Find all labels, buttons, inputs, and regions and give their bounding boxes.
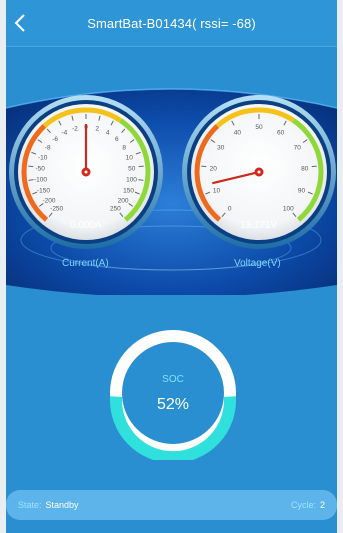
voltage-tick-label-0: 0 — [228, 205, 232, 212]
current-tick-label-4: -50 — [36, 165, 46, 172]
current-tick-label-20: 250 — [110, 205, 121, 212]
current-label: Current(A) — [62, 258, 109, 269]
current-tick-label-9: -2 — [72, 125, 78, 132]
voltage-tick-label-5: 50 — [255, 124, 263, 131]
state-key: State: — [18, 500, 42, 510]
cycle-key: Cycle: — [290, 500, 316, 510]
state-field: State: Standby — [18, 500, 79, 510]
current-tick-4 — [28, 165, 34, 168]
voltage-label: Voltage(V) — [234, 258, 281, 269]
current-tick-16 — [138, 165, 144, 168]
current-tick-label-17: 100 — [126, 177, 137, 184]
cycle-field: Cycle: 2 — [291, 500, 325, 510]
current-tick-label-15: 10 — [126, 154, 134, 161]
current-tick-label-5: -10 — [38, 154, 48, 161]
current-tick-label-16: 50 — [128, 165, 136, 172]
status-bar: State: Standby Cycle: 2 — [6, 490, 337, 520]
voltage-hub-dot — [257, 170, 261, 174]
back-button[interactable] — [8, 10, 32, 36]
current-tick-17 — [138, 179, 144, 181]
voltage-tick-label-1: 10 — [213, 187, 221, 194]
current-tick-label-1: -200 — [42, 197, 55, 204]
current-tick-label-14: 8 — [122, 144, 126, 151]
soc-ring: SOC 52% — [106, 326, 240, 464]
title-bar: SmartBat-B01434( rssi= -68) — [6, 0, 337, 47]
chevron-left-icon — [14, 14, 25, 32]
voltage-tick-label-2: 20 — [210, 165, 218, 172]
soc-ring-graphic — [110, 330, 236, 464]
current-tick-label-0: -250 — [50, 205, 63, 212]
current-tick-label-3: -100 — [34, 177, 47, 184]
voltage-tick-label-8: 80 — [301, 165, 309, 172]
current-hub-dot — [84, 170, 88, 174]
cycle-value: 2 — [319, 500, 325, 510]
voltage-tick-label-4: 40 — [234, 129, 242, 136]
state-value: Standby — [45, 500, 79, 510]
current-tick-label-7: -6 — [52, 136, 58, 143]
page-title: SmartBat-B01434( rssi= -68) — [87, 15, 256, 31]
voltage-tick-2 — [201, 165, 207, 168]
voltage-readout: 13.171V — [240, 220, 278, 231]
voltage-tick-label-10: 100 — [283, 205, 294, 212]
current-tick-label-8: -4 — [61, 129, 67, 136]
soc-label: SOC — [162, 374, 184, 385]
current-tick-label-11: 2 — [95, 125, 99, 132]
current-tick-label-12: 4 — [106, 129, 110, 136]
dashboard-graphic: -250-200-150-100-50-10-8-6-4-20246810501… — [6, 88, 337, 295]
gauge-dashboard: -250-200-150-100-50-10-8-6-4-20246810501… — [6, 80, 337, 295]
voltage-tick-label-3: 30 — [217, 144, 225, 151]
current-readout: 0.000A — [70, 220, 102, 231]
current-tick-label-2: -150 — [37, 187, 50, 194]
current-tick-label-18: 150 — [123, 187, 134, 194]
voltage-tick-8 — [311, 165, 317, 168]
voltage-tick-label-6: 60 — [277, 129, 285, 136]
current-tick-3 — [28, 179, 34, 181]
soc-value: 52% — [156, 396, 190, 413]
voltage-tick-label-7: 70 — [294, 144, 302, 151]
current-tick-label-13: 6 — [115, 136, 119, 143]
voltage-tick-label-9: 90 — [298, 187, 306, 194]
current-tick-label-6: -8 — [45, 144, 51, 151]
current-tick-label-19: 200 — [118, 197, 129, 204]
app-screen: SmartBat-B01434( rssi= -68) -250 -200 -1… — [6, 0, 337, 533]
